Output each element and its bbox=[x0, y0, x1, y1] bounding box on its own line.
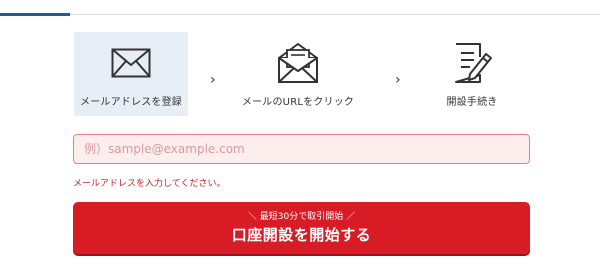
active-tab-indicator bbox=[0, 13, 70, 16]
document-pen-icon bbox=[450, 42, 494, 84]
email-error-message: メールアドレスを入力してください。 bbox=[73, 179, 226, 189]
cta-label: 口座開設を開始する bbox=[231, 226, 372, 244]
chevron-right-icon: › bbox=[395, 72, 401, 88]
registration-steps: メールアドレスを登録 › メールのURLをクリック › 開設手続き bbox=[74, 32, 530, 116]
open-account-button[interactable]: ＼ 最短30分で取引開始 ／ 口座開設を開始する bbox=[73, 202, 530, 254]
header-divider bbox=[0, 14, 600, 15]
step-register-email: メールアドレスを登録 bbox=[74, 32, 188, 116]
step-click-url: メールのURLをクリック bbox=[236, 32, 360, 116]
step-label: 開設手続き bbox=[446, 97, 498, 108]
step-label: メールのURLをクリック bbox=[241, 97, 355, 108]
email-field[interactable] bbox=[73, 134, 530, 164]
envelope-icon bbox=[111, 42, 151, 84]
open-envelope-icon bbox=[276, 42, 320, 84]
step-account-procedure: 開設手続き bbox=[414, 32, 530, 116]
cta-subtitle: ＼ 最短30分で取引開始 ／ bbox=[247, 212, 356, 222]
chevron-right-icon: › bbox=[210, 72, 216, 88]
step-label: メールアドレスを登録 bbox=[80, 97, 182, 108]
